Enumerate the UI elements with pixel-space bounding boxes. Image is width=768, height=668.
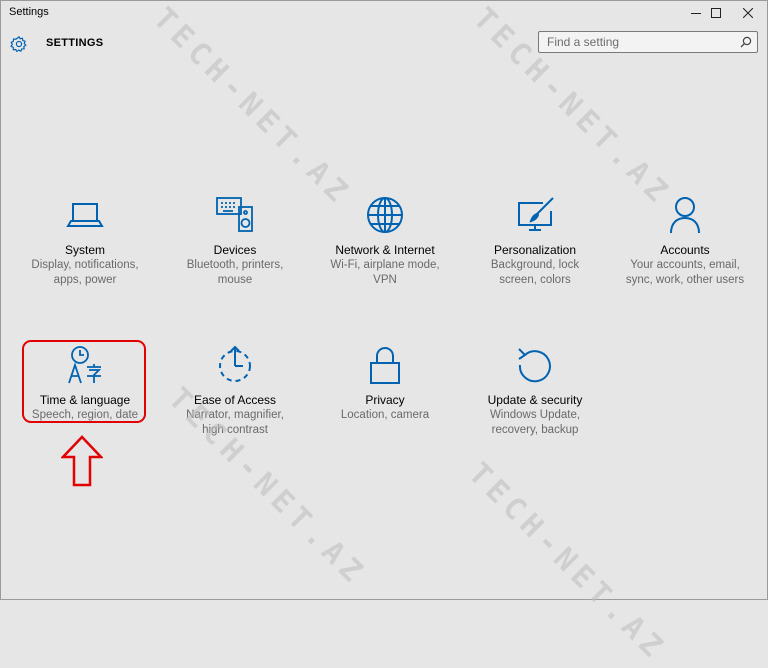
search-input[interactable] bbox=[547, 34, 737, 50]
tile-desc-line: sync, work, other users bbox=[625, 274, 745, 286]
close-icon bbox=[743, 8, 753, 18]
tile-desc-line: Bluetooth, printers, bbox=[186, 259, 284, 271]
tile-desc-line: Location, camera bbox=[340, 409, 430, 421]
tile-network-internet[interactable]: Network & Internet Wi-Fi, airplane mode,… bbox=[310, 193, 460, 288]
tile-desc-line: recovery, backup bbox=[491, 424, 579, 436]
watermark-text: TECH-NET.AZ bbox=[146, 1, 359, 213]
tile-title: Update & security bbox=[487, 393, 583, 407]
tile-desc-line: Windows Update, bbox=[489, 409, 581, 421]
tile-ease-of-access[interactable]: Ease of Access Narrator, magnifier, high… bbox=[160, 343, 310, 438]
tile-desc-line: high contrast bbox=[202, 424, 268, 436]
timer-dashed-icon bbox=[219, 345, 251, 382]
refresh-icon bbox=[518, 348, 551, 383]
search-box[interactable] bbox=[538, 31, 758, 53]
tile-title: System bbox=[64, 243, 105, 257]
up-arrow-icon bbox=[61, 435, 103, 487]
globe-icon bbox=[367, 197, 403, 233]
tile-desc-line: Background, lock bbox=[490, 259, 580, 271]
tile-privacy[interactable]: Privacy Location, camera bbox=[310, 343, 460, 423]
tile-title: Ease of Access bbox=[193, 393, 277, 407]
tile-desc-line: screen, colors bbox=[499, 274, 571, 286]
tile-desc-line: Wi-Fi, airplane mode, bbox=[330, 259, 440, 271]
window-title: Settings bbox=[9, 6, 49, 18]
tile-personalization[interactable]: Personalization Background, lock screen,… bbox=[460, 193, 610, 288]
tile-desc-line: Display, notifications, bbox=[31, 259, 139, 271]
tile-title: Privacy bbox=[365, 393, 405, 407]
tile-accounts[interactable]: Accounts Your accounts, email, sync, wor… bbox=[610, 193, 760, 288]
tile-title: Personalization bbox=[493, 243, 577, 257]
tile-title: Devices bbox=[213, 243, 257, 257]
tile-title: Network & Internet bbox=[335, 243, 435, 257]
page-title: SETTINGS bbox=[46, 37, 104, 49]
maximize-icon bbox=[711, 8, 721, 18]
tile-desc-line: mouse bbox=[217, 274, 253, 286]
tile-desc-line: apps, power bbox=[53, 274, 117, 286]
close-button[interactable] bbox=[730, 1, 766, 25]
title-bar[interactable]: Settings bbox=[1, 1, 767, 25]
tile-desc-line: VPN bbox=[373, 274, 397, 286]
tile-title: Accounts bbox=[660, 243, 710, 257]
settings-window: Settings SETTINGS System bbox=[0, 0, 768, 668]
annotation-highlight-box bbox=[22, 340, 146, 423]
lock-icon bbox=[370, 347, 400, 384]
paintbrush-screen-icon bbox=[518, 197, 554, 231]
tile-update-security[interactable]: Update & security Windows Update, recove… bbox=[460, 343, 610, 438]
laptop-icon bbox=[66, 203, 104, 227]
watermark-text: TECH-NET.AZ bbox=[461, 456, 674, 668]
tile-system[interactable]: System Display, notifications, apps, pow… bbox=[10, 193, 160, 288]
maximize-button[interactable] bbox=[698, 1, 734, 25]
tile-devices[interactable]: Devices Bluetooth, printers, mouse bbox=[160, 193, 310, 288]
gear-icon bbox=[10, 35, 27, 53]
tile-desc-line: Your accounts, email, bbox=[630, 259, 740, 271]
person-icon bbox=[670, 197, 700, 234]
search-icon[interactable] bbox=[740, 36, 752, 48]
keyboard-speaker-icon bbox=[216, 197, 253, 232]
tile-desc-line: Narrator, magnifier, bbox=[186, 409, 284, 421]
